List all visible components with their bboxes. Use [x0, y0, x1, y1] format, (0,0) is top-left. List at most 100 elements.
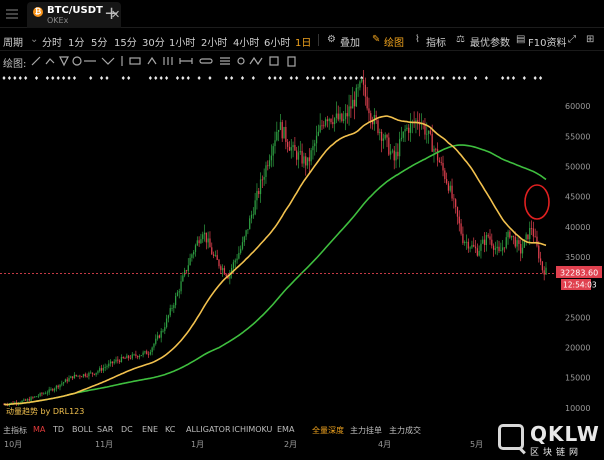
candle-body	[505, 237, 507, 248]
candle-body	[81, 376, 83, 378]
candle-body	[109, 361, 112, 364]
overlay-button[interactable]: 叠加	[340, 34, 360, 49]
candle-body	[377, 120, 379, 134]
candle-body	[131, 354, 133, 359]
candle-body	[453, 198, 455, 200]
interval-timeshare[interactable]: 分时	[42, 34, 62, 49]
interval-1h[interactable]: 1小时	[169, 34, 195, 49]
candle-body	[476, 248, 478, 256]
candle-body	[149, 352, 151, 355]
candle-body	[175, 295, 177, 306]
interval-15m[interactable]: 15分	[114, 34, 137, 49]
candle-body	[68, 378, 70, 382]
tab-kc[interactable]: KC	[165, 425, 175, 434]
candle-body	[427, 130, 430, 134]
candle-body	[395, 151, 397, 161]
tab-main-trades[interactable]: 主力成交	[389, 425, 421, 436]
tab-boll[interactable]: BOLL	[72, 425, 93, 434]
candle-body	[538, 245, 540, 259]
settings-icon[interactable]: ⚙	[327, 34, 336, 45]
candle-body	[496, 246, 498, 249]
tab-dc[interactable]: DC	[121, 425, 133, 434]
candle-body	[259, 179, 262, 195]
fullscreen-icon[interactable]: ⤢	[568, 34, 576, 45]
candle-body	[155, 338, 157, 344]
menu-icon[interactable]	[6, 9, 18, 19]
candle-body	[404, 129, 406, 132]
candle-body	[62, 382, 65, 384]
candle-body	[202, 234, 204, 240]
tab-alligator[interactable]: ALLIGATOR	[186, 425, 231, 434]
candle-body	[59, 384, 61, 388]
doc-icon[interactable]: ▤	[516, 34, 525, 45]
candle-body	[303, 156, 305, 164]
price-tick-label: 25000	[565, 313, 590, 322]
candle-body	[444, 170, 446, 180]
candle-body	[397, 151, 399, 157]
optimal-params-button[interactable]: 最优参数	[470, 34, 510, 49]
candle-body	[391, 150, 394, 152]
candle-body	[261, 179, 263, 181]
candle-body	[321, 125, 323, 127]
tab-ichimoku[interactable]: ICHIMOKU	[232, 425, 272, 434]
candle-body	[297, 152, 300, 160]
price-tick-label: 10000	[565, 404, 590, 413]
candle-body	[232, 262, 235, 268]
candle-body	[34, 396, 36, 398]
candle-body	[471, 244, 473, 248]
candle-body	[480, 243, 482, 251]
candle-body	[147, 354, 150, 356]
candle-body	[137, 355, 139, 358]
interval-6h[interactable]: 6小时	[264, 34, 290, 49]
interval-5m[interactable]: 5分	[91, 34, 107, 49]
candle-body	[409, 122, 412, 133]
candle-body	[247, 229, 249, 231]
chevron-down-icon[interactable]: ⌄	[30, 34, 38, 45]
interval-4h[interactable]: 4小时	[233, 34, 259, 49]
drawing-tools[interactable]	[30, 54, 390, 68]
candle-body	[305, 156, 307, 166]
candle-body	[21, 400, 23, 403]
layout-icon[interactable]: ⊞	[586, 34, 594, 45]
indicator-icon[interactable]: ⌇	[415, 34, 420, 45]
candle-body	[529, 228, 531, 240]
tab-sar[interactable]: SAR	[97, 425, 113, 434]
tab-td[interactable]: TD	[53, 425, 64, 434]
candle-body	[314, 143, 316, 147]
params-icon[interactable]: ⚖	[456, 34, 465, 45]
interval-1d[interactable]: 1日	[295, 34, 311, 49]
candle-body	[211, 247, 213, 255]
indicators-button[interactable]: 指标	[426, 34, 446, 49]
draw-button[interactable]: 绘图	[384, 34, 404, 49]
candle-body	[473, 244, 475, 247]
candlestick-chart[interactable]: 6000055000500004500040000350003000025000…	[0, 70, 604, 423]
candle-body	[406, 127, 408, 130]
candle-body	[250, 214, 253, 219]
tab-main-orders[interactable]: 主力挂单	[350, 425, 382, 436]
candle-body	[491, 239, 493, 246]
qklw-logo: QKLW 区块链网	[498, 422, 602, 458]
candle-body	[48, 389, 50, 393]
candle-body	[435, 148, 437, 150]
tab-ema[interactable]: EMA	[277, 425, 294, 434]
candle-body	[518, 240, 520, 244]
price-tick-label: 15000	[565, 374, 590, 383]
pen-icon[interactable]: ✎	[372, 34, 380, 45]
candle-body	[492, 245, 495, 250]
tab-ene[interactable]: ENE	[142, 425, 158, 434]
tab-full-depth[interactable]: 全量深度	[312, 425, 344, 436]
candle-body	[333, 118, 336, 125]
add-tab-icon[interactable]: +	[104, 5, 119, 23]
candle-body	[399, 139, 401, 157]
interval-30m[interactable]: 30分	[142, 34, 165, 49]
candle-body	[350, 106, 352, 109]
interval-1m[interactable]: 1分	[68, 34, 84, 49]
interval-2h[interactable]: 2小时	[201, 34, 227, 49]
tab-ma[interactable]: MA	[33, 425, 45, 434]
candle-body	[97, 371, 99, 373]
candle-body	[469, 247, 471, 249]
tab-exchange: OKEx	[47, 16, 69, 25]
f10-button[interactable]: F10资料	[528, 34, 566, 49]
candle-body	[299, 150, 301, 153]
candle-body	[335, 113, 338, 119]
